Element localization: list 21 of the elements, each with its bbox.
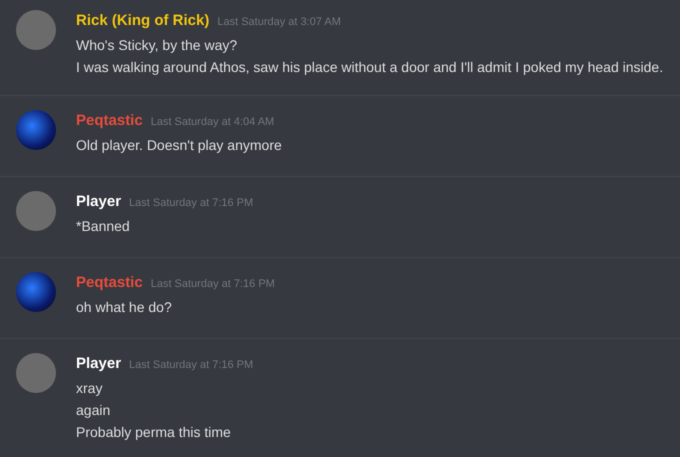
author-name[interactable]: Rick (King of Rick) xyxy=(76,10,210,32)
message-timestamp: Last Saturday at 7:16 PM xyxy=(129,358,254,373)
message-timestamp: Last Saturday at 4:04 AM xyxy=(150,115,274,130)
message-text: I was walking around Athos, saw his place without a door and I'll admit I poked my head inside. xyxy=(76,58,664,77)
message-text: Who's Sticky, by the way? xyxy=(76,36,238,55)
avatar-photo-placeholder[interactable] xyxy=(16,353,56,393)
avatar-photo-placeholder[interactable] xyxy=(16,10,56,50)
author-name[interactable]: Player xyxy=(76,191,122,214)
avatar-image[interactable] xyxy=(16,110,56,150)
message-text: xray xyxy=(76,379,104,398)
avatar-image[interactable] xyxy=(16,272,56,312)
message-text: again xyxy=(76,401,112,420)
author-name[interactable]: Player xyxy=(76,353,122,376)
message-text: oh what he do? xyxy=(76,298,173,317)
avatar-photo-placeholder[interactable] xyxy=(16,191,56,231)
message-text: Probably perma this time xyxy=(76,423,232,442)
message-timestamp: Last Saturday at 3:07 AM xyxy=(217,15,341,30)
message-timestamp: Last Saturday at 7:16 PM xyxy=(129,196,254,211)
message-text: *Banned xyxy=(76,217,131,236)
message-timestamp: Last Saturday at 7:16 PM xyxy=(150,277,275,292)
message-text: Old player. Doesn't play anymore xyxy=(76,136,282,155)
